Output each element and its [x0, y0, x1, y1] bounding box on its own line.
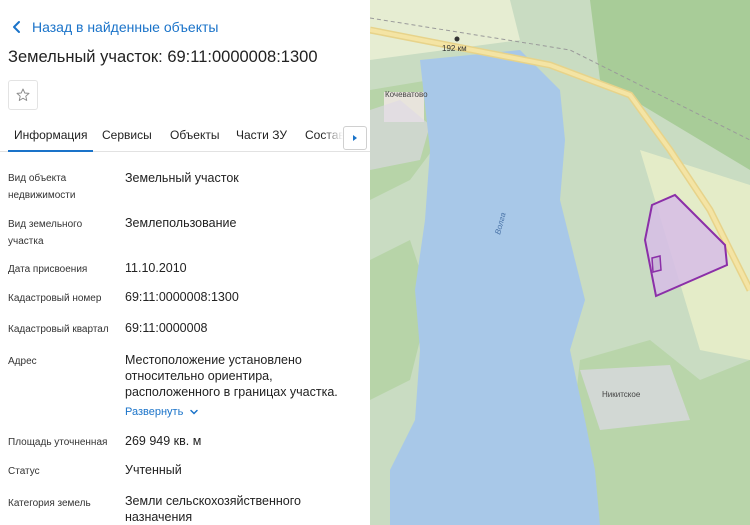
object-info-panel: Назад в найденные объекты Земельный учас…: [0, 0, 370, 525]
place-label-kochevatovo: Кочеватово: [385, 90, 428, 99]
field-value-address: Местоположение установлено относительно …: [125, 353, 338, 399]
field-value-area: 269 949 кв. м: [125, 434, 202, 448]
field-value-cadastral-quarter: 69:11:0000008: [125, 321, 208, 335]
field-label-area: Площадь уточненная: [8, 437, 108, 448]
tab-fade: [322, 122, 343, 150]
address-expand-link[interactable]: Развернуть: [125, 406, 199, 418]
field-value-assign-date: 11.10.2010: [125, 261, 187, 275]
parcel-enclave: [651, 255, 662, 273]
caret-right-icon: [353, 135, 357, 141]
page-title: Земельный участок: 69:11:0000008:1300: [8, 48, 318, 66]
km-marker-icon: [454, 36, 460, 42]
field-label-status: Статус: [8, 466, 40, 477]
tab-objects[interactable]: Объекты: [170, 128, 220, 142]
field-value-land-category: Земли сельскохозяйственного назначения: [125, 494, 301, 524]
field-label-cadastral-quarter: Кадастровый квартал: [8, 324, 109, 335]
field-label-land-category: Категория земель: [8, 498, 91, 509]
field-value-cadastral-number: 69:11:0000008:1300: [125, 290, 239, 304]
field-value-parcel-type: Землепользование: [125, 216, 237, 230]
address-expand-label: Развернуть: [125, 406, 184, 418]
road-km-label: 192 км: [442, 44, 467, 53]
field-label-address: Адрес: [8, 356, 37, 367]
tab-parts[interactable]: Части ЗУ: [236, 128, 287, 142]
place-label-nikitskoe: Никитское: [602, 390, 641, 399]
tab-services[interactable]: Сервисы: [102, 128, 152, 142]
field-value-object-type: Земельный участок: [125, 171, 239, 185]
back-to-results-link[interactable]: Назад в найденные объекты: [8, 16, 218, 38]
favorite-button[interactable]: [8, 80, 38, 110]
field-value-status: Учтенный: [125, 463, 182, 477]
field-label-assign-date: Дата присвоения: [8, 264, 88, 275]
field-label-object-type: Вид объекта недвижимости: [8, 173, 76, 201]
tab-info[interactable]: Информация: [7, 128, 95, 152]
map-canvas[interactable]: 192 км Кочеватово Никитское Волга: [370, 0, 750, 525]
tabs-scroll-right-button[interactable]: [343, 126, 367, 150]
cadastral-map[interactable]: 192 км Кочеватово Никитское Волга: [370, 0, 750, 525]
tab-bar: Информация Сервисы Объекты Части ЗУ Сост…: [0, 120, 370, 152]
field-label-cadastral-number: Кадастровый номер: [8, 293, 102, 304]
chevron-down-icon: [190, 409, 199, 415]
chevron-left-icon: [13, 21, 20, 33]
field-label-parcel-type: Вид земельного участка: [8, 219, 83, 247]
back-link-label: Назад в найденные объекты: [32, 19, 219, 35]
star-icon: [16, 88, 30, 101]
